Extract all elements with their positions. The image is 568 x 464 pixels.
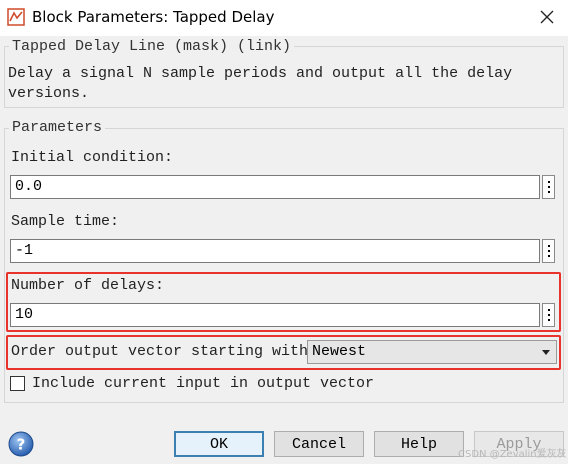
initial-condition-more-button[interactable] (542, 175, 555, 199)
simulink-block-icon (7, 8, 25, 26)
order-output-label: Order output vector starting with: (11, 343, 318, 360)
include-current-checkbox[interactable] (10, 376, 25, 391)
close-icon (540, 10, 554, 24)
mask-description: Delay a signal N sample periods and outp… (8, 65, 513, 102)
order-output-select[interactable]: Newest (307, 340, 557, 364)
order-output-selected: Newest (312, 343, 367, 360)
close-button[interactable] (532, 4, 562, 30)
more-options-icon (547, 181, 550, 183)
ok-button[interactable]: OK (174, 431, 264, 457)
sample-time-more-button[interactable] (542, 239, 555, 263)
mask-group-legend: Tapped Delay Line (mask) (link) (9, 38, 295, 55)
svg-text:?: ? (17, 436, 26, 454)
help-button[interactable]: Help (374, 431, 464, 457)
sample-time-label: Sample time: (11, 213, 120, 230)
watermark: CSDN @Zevalin爱灰灰 (458, 449, 567, 460)
initial-condition-label: Initial condition: (11, 149, 174, 166)
include-current-label: Include current input in output vector (32, 375, 375, 392)
more-options-icon (547, 245, 550, 247)
number-of-delays-more-button[interactable] (542, 303, 555, 327)
number-of-delays-field[interactable]: 10 (10, 303, 540, 327)
initial-condition-field[interactable]: 0.0 (10, 175, 540, 199)
sample-time-field[interactable]: -1 (10, 239, 540, 263)
title-bar: Block Parameters: Tapped Delay (0, 0, 568, 36)
number-of-delays-label: Number of delays: (11, 277, 165, 294)
help-icon[interactable]: ? (8, 431, 34, 457)
chevron-down-icon (542, 350, 550, 355)
more-options-icon (547, 309, 550, 311)
parameters-legend: Parameters (9, 119, 106, 136)
window-title: Block Parameters: Tapped Delay (32, 8, 275, 26)
cancel-button[interactable]: Cancel (274, 431, 364, 457)
